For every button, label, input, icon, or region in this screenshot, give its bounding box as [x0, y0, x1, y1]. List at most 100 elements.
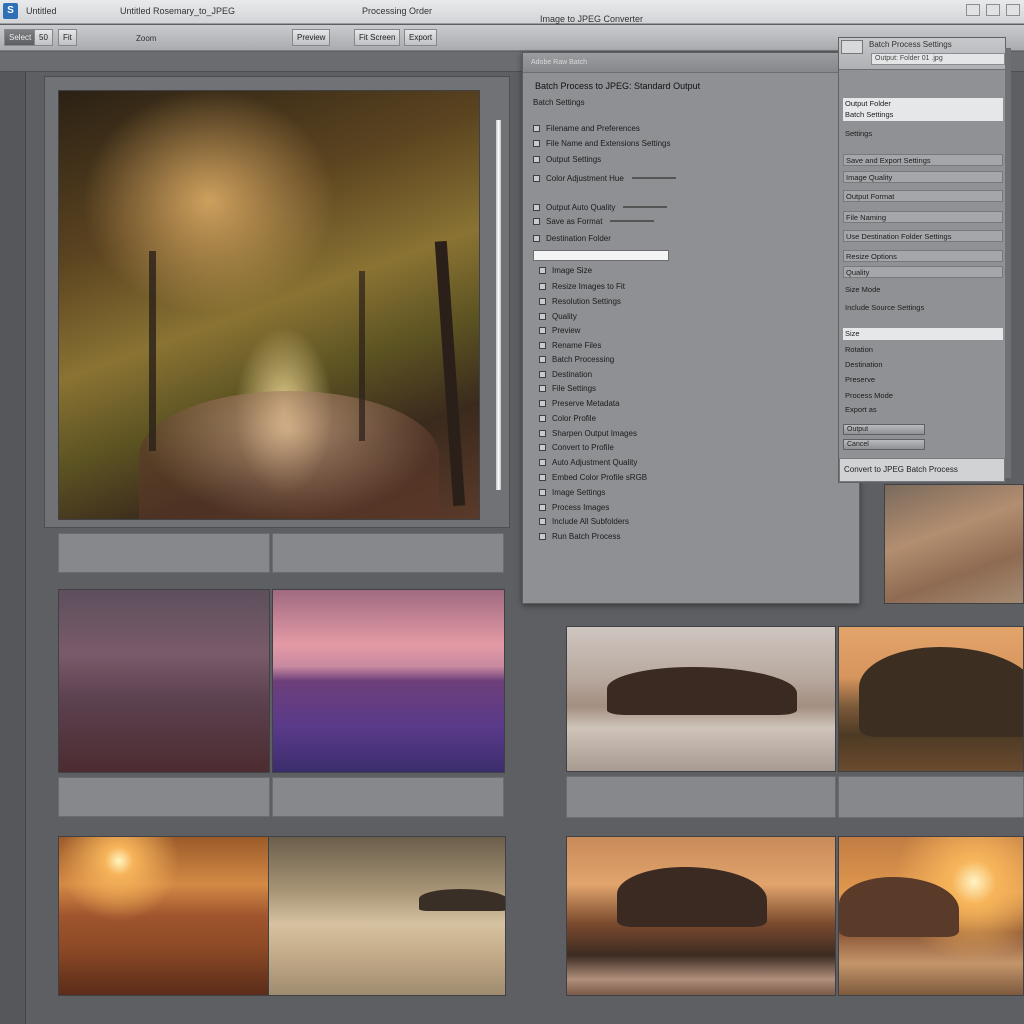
settings-row[interactable]: Include Source Settings: [843, 302, 1003, 314]
settings-row[interactable]: Destination: [843, 359, 1003, 371]
settings-row[interactable]: Preserve: [843, 374, 1003, 386]
option-checkbox[interactable]: [533, 175, 540, 182]
settings-row[interactable]: Settings: [843, 128, 1003, 140]
dialog-option-row[interactable]: Resolution Settings: [539, 296, 621, 308]
thumbnail-image[interactable]: [272, 589, 505, 773]
dialog-option-row[interactable]: Resize Images to Fit: [539, 281, 625, 293]
option-checkbox[interactable]: [533, 218, 540, 225]
option-checkbox[interactable]: [539, 518, 546, 525]
dialog-option-row[interactable]: Auto Adjustment Quality: [539, 457, 637, 469]
output-path-field[interactable]: Output: Folder 01 .jpg: [871, 53, 1005, 65]
dialog-option-row[interactable]: Run Batch Process: [539, 531, 620, 543]
option-checkbox[interactable]: [539, 430, 546, 437]
dialog-option-row[interactable]: File Name and Extensions Settings: [533, 138, 671, 150]
dialog-option-row[interactable]: Image Size: [539, 265, 592, 277]
option-slider[interactable]: [623, 206, 668, 208]
dialog-option-row[interactable]: Include All Subfolders: [539, 516, 629, 528]
settings-scrollbar[interactable]: [1005, 48, 1011, 478]
option-slider[interactable]: [610, 220, 655, 222]
settings-row[interactable]: Process Mode: [843, 390, 1003, 402]
dialog-option-row[interactable]: Output Auto Quality: [533, 202, 668, 214]
dialog-option-row[interactable]: File Settings: [539, 383, 596, 395]
settings-row[interactable]: Rotation: [843, 344, 1003, 356]
thumbnail-image[interactable]: [884, 484, 1024, 604]
settings-row[interactable]: File Naming: [843, 211, 1003, 223]
preview-button[interactable]: Preview: [292, 29, 331, 46]
dialog-option-row[interactable]: Preview: [539, 325, 580, 337]
option-checkbox[interactable]: [539, 400, 546, 407]
option-checkbox[interactable]: [539, 298, 546, 305]
option-label: Resize Images to Fit: [552, 282, 625, 291]
thumbnail-image[interactable]: [58, 836, 270, 996]
settings-row[interactable]: Export as: [843, 404, 1003, 416]
option-slider[interactable]: [631, 177, 676, 179]
option-checkbox[interactable]: [533, 235, 540, 242]
option-checkbox[interactable]: [539, 444, 546, 451]
dialog-option-row[interactable]: Process Images: [539, 502, 609, 514]
option-checkbox[interactable]: [539, 459, 546, 466]
option-checkbox[interactable]: [533, 156, 540, 163]
settings-row[interactable]: Use Destination Folder Settings: [843, 230, 1003, 242]
thumbnail-image[interactable]: [566, 836, 836, 996]
settings-row[interactable]: Save and Export Settings: [843, 154, 1003, 166]
filename-input[interactable]: [533, 250, 669, 261]
settings-row[interactable]: Resize Options: [843, 250, 1003, 262]
fit-screen-button[interactable]: Fit Screen: [354, 29, 401, 46]
maximize-button[interactable]: [986, 4, 1000, 16]
dialog-option-row[interactable]: Batch Processing: [539, 354, 614, 366]
export-button[interactable]: Export: [404, 29, 438, 46]
settings-row[interactable]: Image Quality: [843, 171, 1003, 183]
option-checkbox[interactable]: [539, 371, 546, 378]
select-button[interactable]: Select: [4, 29, 37, 46]
dialog-option-row[interactable]: Preserve Metadata: [539, 398, 620, 410]
thumbnail-image[interactable]: [268, 836, 506, 996]
output-button[interactable]: Output: [843, 424, 925, 435]
dialog-option-row[interactable]: Sharpen Output Images: [539, 428, 637, 440]
preview-scrollbar[interactable]: [496, 120, 501, 490]
option-checkbox[interactable]: [539, 283, 546, 290]
cancel-button[interactable]: Cancel: [843, 439, 925, 450]
dialog-option-row[interactable]: Color Profile: [539, 413, 596, 425]
option-checkbox[interactable]: [539, 533, 546, 540]
dialog-option-row[interactable]: Output Settings: [533, 154, 601, 166]
fit-button[interactable]: Fit: [58, 29, 77, 46]
dialog-option-row[interactable]: Color Adjustment Hue: [533, 173, 676, 185]
option-checkbox[interactable]: [533, 204, 540, 211]
option-checkbox[interactable]: [533, 140, 540, 147]
option-checkbox[interactable]: [533, 125, 540, 132]
thumbnail-image[interactable]: [566, 626, 836, 772]
dialog-option-row[interactable]: Rename Files: [539, 340, 601, 352]
app-logo-icon: S: [3, 3, 18, 19]
close-button[interactable]: [1006, 4, 1020, 16]
dialog-option-row[interactable]: Convert to Profile: [539, 442, 614, 454]
option-checkbox[interactable]: [539, 415, 546, 422]
thumbnail-image[interactable]: [838, 626, 1024, 772]
option-checkbox[interactable]: [539, 489, 546, 496]
dialog-option-row[interactable]: Save as Format: [533, 216, 655, 228]
dialog-option-row[interactable]: Destination: [539, 369, 592, 381]
option-checkbox[interactable]: [539, 342, 546, 349]
option-checkbox[interactable]: [539, 327, 546, 334]
dialog-option-row[interactable]: Embed Color Profile sRGB: [539, 472, 647, 484]
settings-row[interactable]: Size: [843, 328, 1003, 340]
option-checkbox[interactable]: [539, 313, 546, 320]
settings-row[interactable]: Quality: [843, 266, 1003, 278]
thumbnail-image[interactable]: [838, 836, 1024, 996]
option-checkbox[interactable]: [539, 267, 546, 274]
settings-row[interactable]: Output Format: [843, 190, 1003, 202]
main-preview-image[interactable]: [58, 90, 480, 520]
option-checkbox[interactable]: [539, 385, 546, 392]
option-checkbox[interactable]: [539, 504, 546, 511]
option-checkbox[interactable]: [539, 474, 546, 481]
settings-row[interactable]: Batch Settings: [843, 109, 1003, 121]
minimize-button[interactable]: [966, 4, 980, 16]
dialog-option-row[interactable]: Destination Folder: [533, 233, 611, 245]
zoom-value-button[interactable]: 50: [34, 29, 53, 46]
dialog-option-row[interactable]: Image Settings: [539, 487, 605, 499]
settings-row[interactable]: Size Mode: [843, 284, 1003, 296]
thumbnail-image[interactable]: [58, 589, 270, 773]
option-checkbox[interactable]: [539, 356, 546, 363]
dialog-option-row[interactable]: Quality: [539, 311, 577, 323]
convert-button[interactable]: Convert to JPEG Batch Process: [839, 458, 1005, 482]
dialog-option-row[interactable]: Filename and Preferences: [533, 123, 640, 135]
